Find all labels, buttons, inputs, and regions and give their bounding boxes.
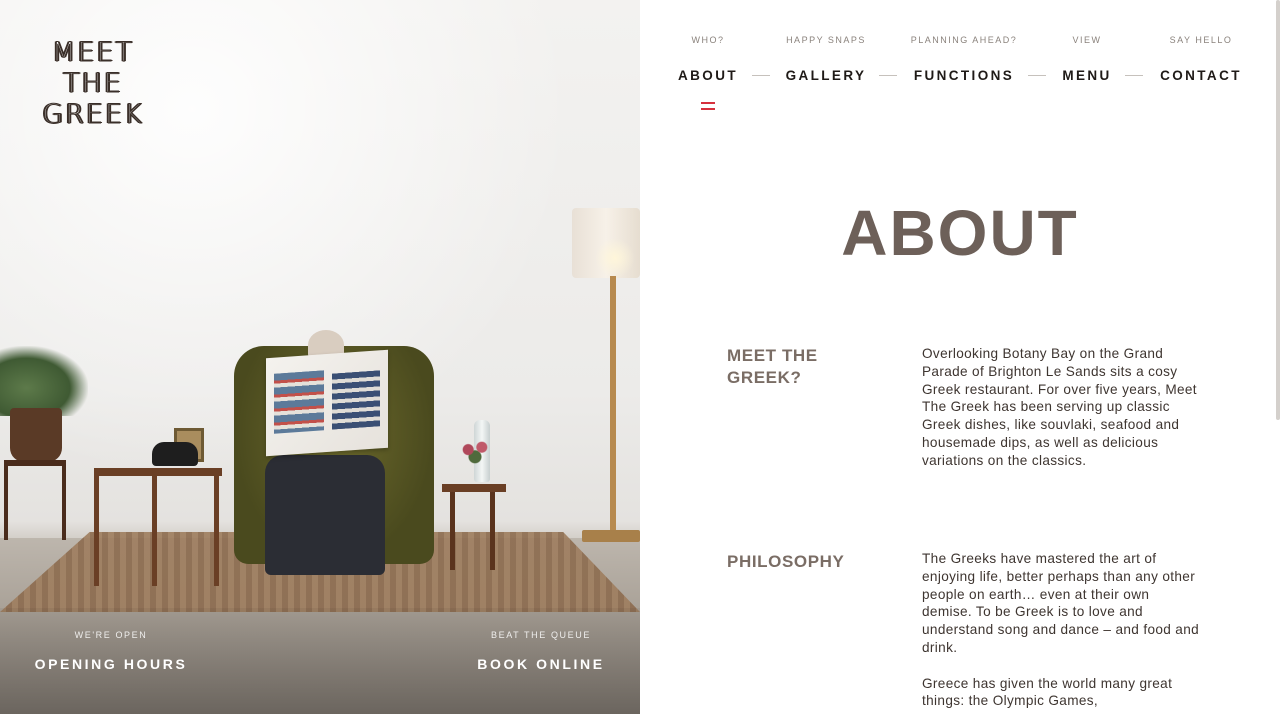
section-heading: PHILOSOPHY: [727, 552, 845, 571]
nav-separator: [1125, 75, 1143, 76]
plant-stand: [4, 460, 66, 540]
content-panel: WHO? ABOUT HAPPY SNAPS GALLERY PLANNING …: [640, 0, 1280, 714]
nav-menu-label: MENU: [1062, 68, 1112, 83]
opening-hours-link[interactable]: WE'RE OPEN OPENING HOURS: [30, 630, 192, 672]
nav-separator: [1028, 75, 1046, 76]
nav-functions-label: FUNCTIONS: [913, 68, 1015, 83]
seated-man: [265, 455, 385, 575]
logo-line-3: GREEK: [42, 99, 144, 131]
plant-pot: [10, 408, 62, 462]
plant-leaves: [0, 346, 88, 416]
floor-lamp-pole: [610, 276, 616, 534]
logo-line-1: MEET: [52, 37, 134, 69]
flowers: [458, 440, 492, 464]
nav-contact-label: CONTACT: [1160, 68, 1242, 83]
page-title: ABOUT: [841, 197, 1079, 269]
hero-photo: MEET THE GREEK WE'RE OPEN OPENING HOURS …: [0, 0, 640, 714]
nav-item-gallery[interactable]: HAPPY SNAPS GALLERY: [782, 34, 870, 83]
floor-lamp-glow: [595, 238, 635, 278]
rotary-phone: [152, 442, 198, 466]
nav-about-sub: WHO?: [691, 35, 725, 45]
section-paragraph: The Greeks have mastered the art of enjo…: [922, 551, 1200, 655]
logo-line-2: THE: [63, 68, 123, 100]
section-philosophy: PHILOSOPHY The Greeks have mastered the …: [727, 550, 1207, 714]
nav-item-menu[interactable]: VIEW MENU: [1054, 34, 1120, 83]
newspaper: [266, 349, 388, 457]
nav-item-about[interactable]: WHO? ABOUT: [676, 34, 740, 83]
nav-gallery-sub: HAPPY SNAPS: [786, 35, 866, 45]
opening-hours-label: OPENING HOURS: [34, 656, 188, 672]
nav-separator: [752, 75, 770, 76]
book-online-link[interactable]: BEAT THE QUEUE BOOK ONLINE: [472, 630, 610, 672]
section-paragraph: Overlooking Botany Bay on the Grand Para…: [922, 346, 1197, 468]
nav-separator: [879, 75, 897, 76]
nesting-tables: [94, 468, 222, 586]
book-online-kicker: BEAT THE QUEUE: [491, 630, 591, 640]
scrollbar[interactable]: [1276, 0, 1280, 420]
nav-item-functions[interactable]: PLANNING AHEAD? FUNCTIONS: [906, 34, 1022, 83]
active-nav-indicator: [701, 102, 715, 110]
floor-lamp-base: [582, 530, 640, 542]
nav-functions-sub: PLANNING AHEAD?: [910, 35, 1018, 45]
section-paragraph: Greece has given the world many great th…: [922, 675, 1173, 709]
nav-menu-sub: VIEW: [1072, 35, 1102, 45]
section-heading: MEET THE GREEK?: [727, 346, 818, 387]
section-body: The Greeks have mastered the art of enjo…: [922, 550, 1202, 710]
book-online-label: BOOK ONLINE: [477, 656, 605, 672]
opening-hours-kicker: WE'RE OPEN: [74, 630, 148, 640]
nav-item-contact[interactable]: SAY HELLO CONTACT: [1154, 34, 1248, 83]
side-table: [442, 484, 506, 570]
section-meet-the-greek: MEET THE GREEK? Overlooking Botany Bay o…: [727, 345, 1207, 495]
nav-contact-sub: SAY HELLO: [1169, 35, 1233, 45]
site-logo[interactable]: MEET THE GREEK: [36, 37, 150, 131]
main-nav: WHO? ABOUT HAPPY SNAPS GALLERY PLANNING …: [640, 0, 1280, 120]
nav-about-label: ABOUT: [678, 68, 738, 83]
section-body: Overlooking Botany Bay on the Grand Para…: [922, 345, 1202, 470]
nav-gallery-label: GALLERY: [785, 68, 867, 83]
